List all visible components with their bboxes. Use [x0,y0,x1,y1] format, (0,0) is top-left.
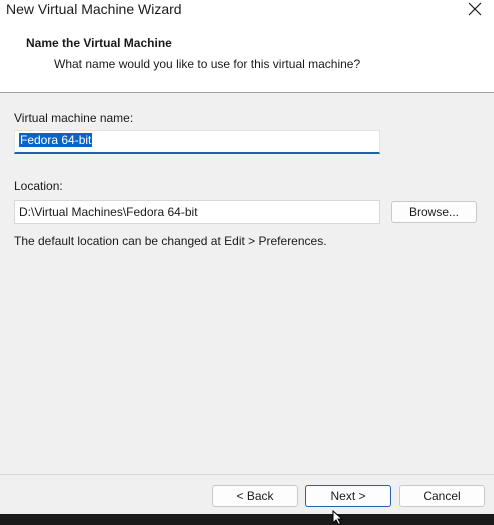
page-title: Name the Virtual Machine [26,36,172,50]
window-title: New Virtual Machine Wizard [6,1,182,17]
cancel-button[interactable]: Cancel [399,485,485,507]
vm-name-selected-text: Fedora 64-bit [19,133,93,147]
close-button[interactable] [460,0,490,20]
next-button[interactable]: Next > [305,485,391,507]
close-icon [468,2,482,16]
page-subtitle: What name would you like to use for this… [54,57,361,71]
vm-name-input[interactable]: Fedora 64-bit [14,130,380,154]
location-label: Location: [14,179,63,193]
browse-button[interactable]: Browse... [391,201,477,223]
wizard-header: Name the Virtual Machine What name would… [0,22,494,93]
wizard-window: New Virtual Machine Wizard Name the Virt… [0,0,494,514]
title-bar: New Virtual Machine Wizard [0,0,494,22]
footer-divider [0,474,494,475]
vm-name-label: Virtual machine name: [14,111,134,125]
mouse-cursor-icon [332,510,344,525]
back-button[interactable]: < Back [212,485,298,507]
location-hint: The default location can be changed at E… [14,234,327,248]
location-input[interactable] [14,200,380,224]
background-strip [0,514,494,525]
